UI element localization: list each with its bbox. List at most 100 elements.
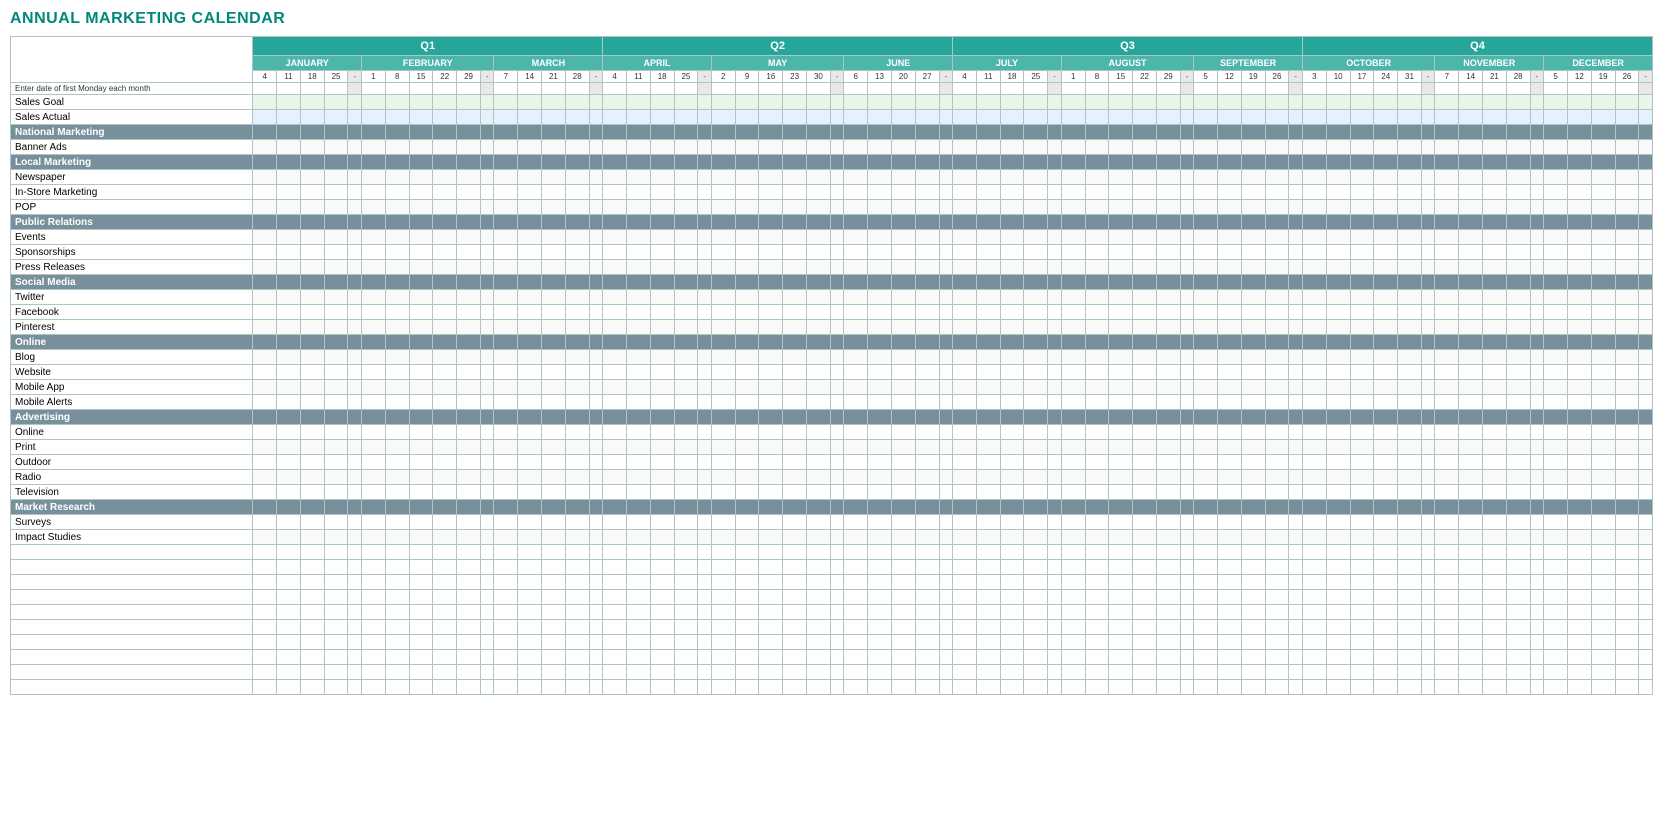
data-cell[interactable] xyxy=(1302,260,1326,275)
data-cell[interactable] xyxy=(1421,575,1435,590)
data-cell[interactable] xyxy=(915,440,939,455)
data-cell[interactable] xyxy=(1435,350,1459,365)
data-cell[interactable] xyxy=(1302,560,1326,575)
data-cell[interactable] xyxy=(1156,155,1180,170)
data-cell[interactable] xyxy=(1350,200,1374,215)
data-cell[interactable] xyxy=(1591,560,1615,575)
data-cell[interactable] xyxy=(735,245,759,260)
data-cell[interactable] xyxy=(1350,110,1374,125)
data-cell[interactable] xyxy=(494,230,518,245)
date-cell[interactable]: 2 xyxy=(711,71,735,83)
data-cell[interactable] xyxy=(1302,215,1326,230)
data-cell[interactable] xyxy=(1374,95,1398,110)
data-cell[interactable] xyxy=(830,290,844,305)
data-cell[interactable] xyxy=(1000,605,1024,620)
data-cell[interactable] xyxy=(1241,350,1265,365)
data-cell[interactable] xyxy=(698,140,712,155)
data-cell[interactable] xyxy=(277,110,301,125)
data-cell[interactable] xyxy=(457,230,481,245)
data-cell[interactable] xyxy=(1639,245,1653,260)
date-cell[interactable]: 4 xyxy=(603,71,627,83)
data-cell[interactable] xyxy=(1398,560,1422,575)
data-cell[interactable] xyxy=(589,170,603,185)
data-cell[interactable] xyxy=(939,530,953,545)
data-cell[interactable] xyxy=(1530,515,1544,530)
data-cell[interactable] xyxy=(1194,515,1218,530)
data-cell[interactable] xyxy=(1567,440,1591,455)
data-cell[interactable] xyxy=(457,425,481,440)
data-cell[interactable] xyxy=(1218,500,1242,515)
data-cell[interactable] xyxy=(1544,230,1568,245)
data-cell[interactable] xyxy=(891,95,915,110)
data-cell[interactable] xyxy=(830,155,844,170)
data-cell[interactable] xyxy=(1024,650,1048,665)
data-cell[interactable] xyxy=(1435,95,1459,110)
data-cell[interactable] xyxy=(1241,200,1265,215)
data-cell[interactable] xyxy=(674,200,698,215)
data-cell[interactable] xyxy=(844,185,868,200)
data-cell[interactable] xyxy=(1615,650,1639,665)
data-cell[interactable] xyxy=(844,485,868,500)
data-cell[interactable] xyxy=(868,155,892,170)
data-cell[interactable] xyxy=(277,560,301,575)
data-cell[interactable] xyxy=(1615,290,1639,305)
data-cell[interactable] xyxy=(1591,530,1615,545)
data-cell[interactable] xyxy=(1350,215,1374,230)
data-cell[interactable] xyxy=(735,635,759,650)
data-cell[interactable] xyxy=(953,155,977,170)
data-cell[interactable] xyxy=(1000,455,1024,470)
data-cell[interactable] xyxy=(433,215,457,230)
data-cell[interactable] xyxy=(1180,350,1194,365)
data-cell[interactable] xyxy=(253,650,277,665)
data-cell[interactable] xyxy=(1530,290,1544,305)
data-cell[interactable] xyxy=(1326,545,1350,560)
data-cell[interactable] xyxy=(603,455,627,470)
data-cell[interactable] xyxy=(565,425,589,440)
data-cell[interactable] xyxy=(1156,515,1180,530)
date-input-cell[interactable] xyxy=(674,83,698,95)
data-cell[interactable] xyxy=(1567,485,1591,500)
data-cell[interactable] xyxy=(830,485,844,500)
data-cell[interactable] xyxy=(915,230,939,245)
data-cell[interactable] xyxy=(409,680,433,695)
data-cell[interactable] xyxy=(494,305,518,320)
data-cell[interactable] xyxy=(1435,635,1459,650)
data-cell[interactable] xyxy=(1530,635,1544,650)
data-cell[interactable] xyxy=(1133,590,1157,605)
data-cell[interactable] xyxy=(1374,665,1398,680)
data-cell[interactable] xyxy=(565,275,589,290)
data-cell[interactable] xyxy=(603,260,627,275)
data-cell[interactable] xyxy=(830,605,844,620)
data-cell[interactable] xyxy=(939,200,953,215)
data-cell[interactable] xyxy=(626,560,650,575)
data-cell[interactable] xyxy=(844,275,868,290)
data-cell[interactable] xyxy=(300,95,324,110)
data-cell[interactable] xyxy=(1218,485,1242,500)
data-cell[interactable] xyxy=(891,110,915,125)
data-cell[interactable] xyxy=(1061,620,1085,635)
date-cell[interactable]: 22 xyxy=(1133,71,1157,83)
data-cell[interactable] xyxy=(542,320,566,335)
data-cell[interactable] xyxy=(385,140,409,155)
data-cell[interactable] xyxy=(1024,140,1048,155)
data-cell[interactable] xyxy=(1133,515,1157,530)
data-cell[interactable] xyxy=(433,590,457,605)
data-cell[interactable] xyxy=(807,395,831,410)
data-cell[interactable] xyxy=(1241,245,1265,260)
data-cell[interactable] xyxy=(735,620,759,635)
data-cell[interactable] xyxy=(1024,440,1048,455)
data-cell[interactable] xyxy=(1180,275,1194,290)
data-cell[interactable] xyxy=(324,680,348,695)
data-cell[interactable] xyxy=(1000,245,1024,260)
data-cell[interactable] xyxy=(518,425,542,440)
data-cell[interactable] xyxy=(457,380,481,395)
data-cell[interactable] xyxy=(1061,185,1085,200)
data-cell[interactable] xyxy=(735,530,759,545)
data-cell[interactable] xyxy=(1483,440,1507,455)
data-cell[interactable] xyxy=(277,590,301,605)
data-cell[interactable] xyxy=(1350,410,1374,425)
data-cell[interactable] xyxy=(1265,455,1289,470)
data-cell[interactable] xyxy=(939,290,953,305)
data-cell[interactable] xyxy=(1506,170,1530,185)
data-cell[interactable] xyxy=(976,665,1000,680)
